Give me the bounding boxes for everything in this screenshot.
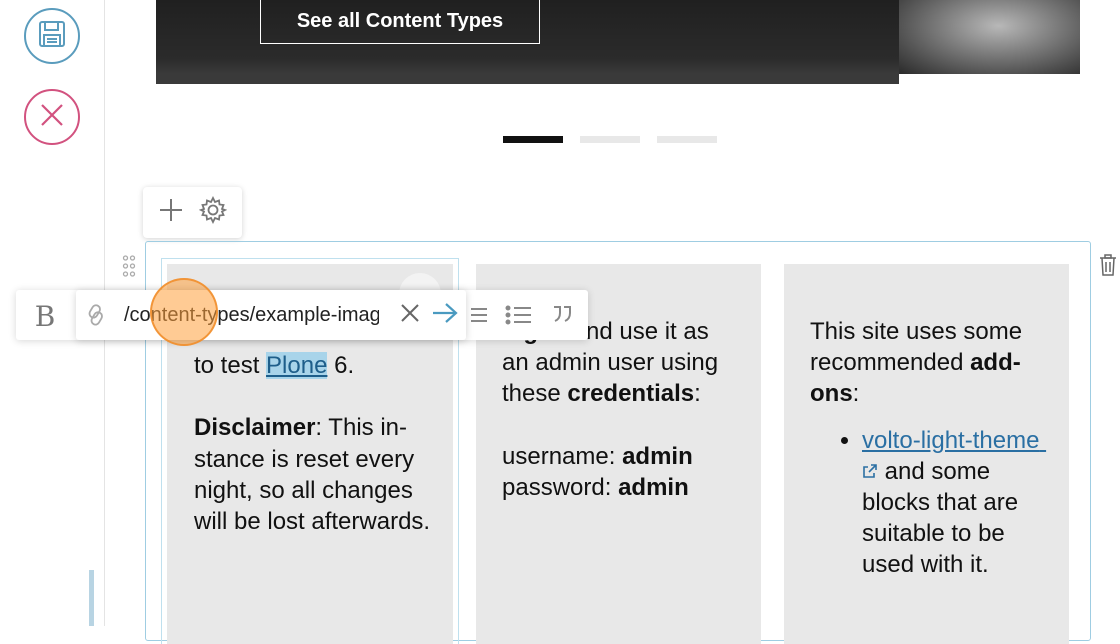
addons-intro: This site uses some recommended add-ons: <box>810 316 1051 410</box>
addons-list: volto-light-theme and some blocks that a… <box>810 425 1051 581</box>
align-icon[interactable] <box>469 304 489 326</box>
text-line: to test Plone 6. <box>194 350 433 381</box>
hero-image <box>899 0 1080 74</box>
password-value: admin <box>618 474 689 501</box>
list-item: volto-light-theme and some blocks that a… <box>862 425 1051 581</box>
text: to test <box>194 352 267 379</box>
password-label: password: <box>502 474 619 501</box>
username-label: username: <box>502 442 623 470</box>
plone-link[interactable]: Plone <box>266 352 328 379</box>
credentials-text: credentials <box>567 380 695 408</box>
text: : <box>852 380 860 408</box>
save-button[interactable] <box>24 8 80 64</box>
username-value: admin <box>622 442 693 470</box>
floppy-disk-icon <box>37 19 67 54</box>
close-icon <box>38 101 66 134</box>
blockquote-icon[interactable] <box>551 304 573 324</box>
password-line: password: admin <box>502 472 741 503</box>
plus-icon[interactable] <box>158 197 184 228</box>
disclaimer-label: Disclaimer <box>194 414 316 442</box>
text: 6. <box>327 352 355 379</box>
slider-dot-3[interactable] <box>657 136 717 143</box>
clear-icon[interactable] <box>399 302 421 324</box>
cancel-button[interactable] <box>24 89 80 145</box>
gear-icon[interactable] <box>198 195 228 229</box>
see-all-content-types-button[interactable]: See all Content Types <box>260 0 540 44</box>
drag-handle-icon[interactable] <box>122 255 136 282</box>
disclaimer-paragraph: Disclaimer: This in-stance is reset ever… <box>194 412 433 537</box>
scroll-indicator <box>89 570 94 626</box>
username-line: username: admin <box>502 441 741 472</box>
trash-icon[interactable] <box>1099 254 1117 281</box>
bullet-list-icon[interactable] <box>505 304 533 326</box>
slider-dot-1[interactable] <box>503 136 563 143</box>
external-link-icon <box>863 464 877 478</box>
block-add-popup <box>143 187 242 238</box>
bold-button[interactable]: B <box>20 298 70 334</box>
text: and some blocks that are suitable to be … <box>862 457 1019 579</box>
link-icon <box>85 303 107 327</box>
click-indicator <box>150 278 218 346</box>
grid-column-3[interactable]: This site uses some recommended add-ons:… <box>784 264 1069 644</box>
slider-dot-2[interactable] <box>580 136 640 143</box>
text: : <box>694 380 701 408</box>
submit-arrow-icon[interactable] <box>431 302 459 324</box>
